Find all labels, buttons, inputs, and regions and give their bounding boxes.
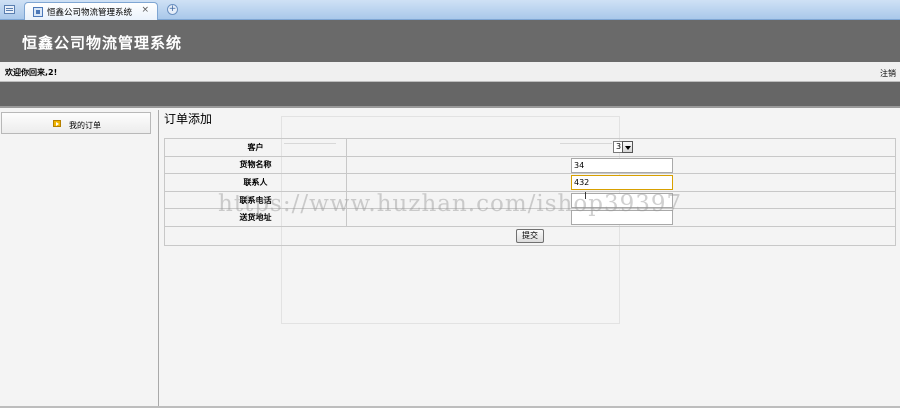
customer-label: 客户 [164,138,347,157]
address-cell [346,208,896,227]
browser-tab-strip: 恒鑫公司物流管理系统 × + [0,0,900,20]
browser-tab[interactable]: 恒鑫公司物流管理系统 × [24,2,158,20]
new-tab-icon[interactable]: + [167,4,178,15]
address-label: 送货地址 [164,208,347,227]
page-favicon-icon [33,7,43,17]
goods-name-input[interactable] [571,157,673,173]
order-form: 客户 3 货物名称 联系人 联系电话 送货地址 提交 [164,138,896,246]
sidebar-item-label: 我的订单 [69,121,101,130]
app-title: 恒鑫公司物流管理系统 [22,34,183,52]
phone-label: 联系电话 [164,190,347,210]
app-header: 恒鑫公司物流管理系统 [0,20,900,62]
contact-cell [346,173,896,192]
nav-band [0,82,900,108]
contact-label: 联系人 [164,173,347,192]
form-row-customer: 客户 3 [164,138,896,157]
logout-link[interactable]: 注销 [880,68,896,79]
submit-button[interactable]: 提交 [516,228,544,243]
goods-name-label: 货物名称 [164,155,347,175]
tab-title: 恒鑫公司物流管理系统 [47,8,133,18]
form-row-goods-name: 货物名称 [164,155,896,175]
sidebar-item-my-orders[interactable]: 我的订单 [1,112,151,134]
contact-input[interactable] [571,175,673,191]
chevron-down-icon[interactable] [622,141,633,153]
address-input[interactable] [571,210,673,226]
page-title: 订单添加 [164,112,213,126]
arrow-icon [53,120,61,127]
form-row-contact: 联系人 [164,173,896,192]
welcome-text: 欢迎你回来,2! [5,68,58,77]
tab-close-icon[interactable]: × [141,5,149,15]
tab-menu-icon[interactable] [4,5,15,14]
submit-cell: 提交 [164,225,896,246]
phone-cell [346,190,896,210]
goods-name-cell [346,155,896,175]
form-row-address: 送货地址 [164,208,896,227]
form-row-submit: 提交 [164,225,896,246]
welcome-bar: 欢迎你回来,2! 注销 [0,62,900,82]
form-row-phone: 联系电话 [164,190,896,210]
text-cursor-icon: I [584,191,587,202]
customer-cell: 3 [346,138,896,157]
sidebar: 我的订单 [0,110,159,408]
